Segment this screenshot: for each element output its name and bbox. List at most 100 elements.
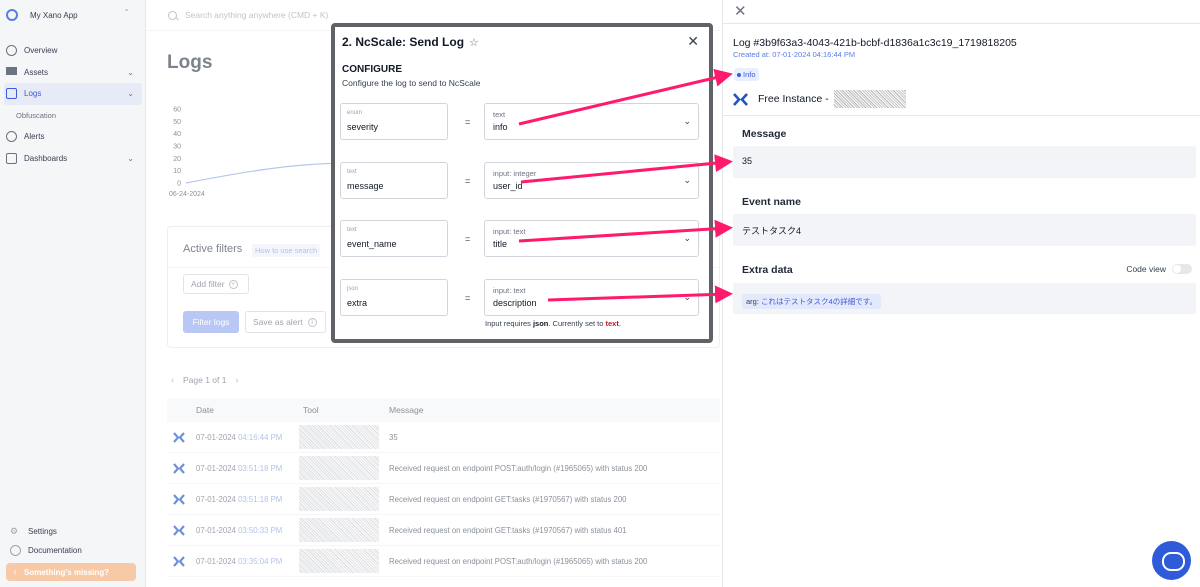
level-badge: Info [734, 68, 759, 81]
extra-data-label: Extra data [742, 264, 793, 276]
param-type: text [347, 227, 357, 233]
toggle-switch[interactable] [1172, 264, 1192, 274]
value-source-type: input: integer [493, 168, 537, 178]
sidebar-item-alerts[interactable]: Alerts [0, 126, 146, 148]
xano-logo-icon [6, 9, 18, 21]
instance-label: Free Instance - [758, 93, 829, 105]
value-source: description [493, 297, 537, 308]
chat-icon[interactable] [1152, 541, 1191, 580]
sidebar-item-label: Settings [28, 527, 57, 536]
value-source-type: input: text [493, 285, 526, 295]
sidebar-bottom: ⚙ Settings Documentation [0, 522, 146, 560]
param-name-field[interactable]: enum severity [340, 103, 448, 140]
sidebar-item-label: Overview [24, 46, 58, 56]
param-name-field[interactable]: text message [340, 161, 448, 199]
created-at: Created at: 07-01-2024 04:16:44 PM [733, 50, 856, 59]
param-type: text [347, 168, 357, 175]
param-name-field[interactable]: text event_name [340, 220, 448, 257]
chevron-down-icon: ⌄ [683, 233, 691, 243]
extra-data-box: arg: これはテストタスク4の詳細です。 [733, 283, 1196, 314]
requires-end: . [618, 319, 621, 328]
app-root: My Xano App ⌃ Overview Assets ⌄ Logs ⌄ O… [0, 0, 1200, 587]
chevron-down-icon: ⌄ [127, 89, 134, 99]
close-icon[interactable]: ✕ [687, 33, 699, 50]
sidebar-item-label: Logs [24, 89, 42, 99]
sidebar: My Xano App ⌃ Overview Assets ⌄ Logs ⌄ O… [0, 0, 146, 587]
xano-x-icon [733, 92, 748, 106]
help-icon [10, 545, 21, 556]
feedback-button[interactable]: ♀ Something's missing? [6, 563, 136, 581]
code-view-label: Code view [1126, 264, 1166, 274]
sidebar-item-label: Documentation [28, 546, 82, 555]
star-icon[interactable]: ☆ [469, 36, 479, 49]
feedback-label: Something's missing? [24, 567, 110, 577]
requires-prefix: Input requires [485, 319, 531, 328]
param-name-field[interactable]: json extra [340, 278, 448, 316]
param-name: extra [347, 297, 368, 308]
sidebar-nav: Overview Assets ⌄ Logs ⌄ Obfuscation Ale… [0, 40, 146, 169]
chevron-down-icon: ⌄ [127, 153, 134, 163]
extra-key: arg: [746, 297, 759, 306]
param-row: text message = input: integer user_id ⌄ [340, 161, 705, 199]
sidebar-item-obfuscation[interactable]: Obfuscation [0, 105, 146, 127]
param-value-select[interactable]: text info ⌄ [484, 103, 699, 140]
message-label: Message [742, 128, 787, 140]
configure-description: Configure the log to send to NcScale [342, 78, 481, 88]
required-type: json [532, 319, 549, 328]
chevron-down-icon: ⌄ [127, 67, 134, 77]
sidebar-item-logs[interactable]: Logs ⌄ [4, 83, 142, 105]
code-view-toggle[interactable]: Code view [1126, 264, 1192, 274]
instance-row: Free Instance - [733, 90, 906, 108]
chevron-down-icon: ⌄ [683, 116, 691, 126]
level-label: Info [743, 70, 756, 79]
event-name-value: テストタスク4 [733, 214, 1196, 246]
log-id: Log #3b9f63a3-4043-421b-bcbf-d1836a1c3c1… [733, 37, 1017, 49]
sidebar-item-dashboards[interactable]: Dashboards ⌄ [0, 148, 146, 170]
dashboard-icon [6, 152, 17, 164]
sidebar-item-label: Dashboards [24, 153, 68, 163]
modal-title: 2. NcScale: Send Log ☆ [342, 35, 479, 49]
gear-icon: ⚙ [10, 526, 19, 536]
logs-icon [6, 88, 17, 100]
param-value-select[interactable]: input: text title ⌄ [484, 220, 699, 257]
ncscale-send-log-modal: 2. NcScale: Send Log ☆ ✕ CONFIGURE Confi… [331, 23, 713, 343]
redacted-instance-name [833, 90, 906, 108]
equals-sign: = [465, 175, 471, 186]
modal-title-text: 2. NcScale: Send Log [342, 35, 465, 49]
equals-sign: = [465, 117, 471, 127]
app-switcher[interactable]: My Xano App ⌃ [6, 6, 140, 24]
configure-heading: CONFIGURE [342, 64, 402, 75]
chevron-down-icon: ⌄ [683, 174, 691, 185]
grid-icon [6, 66, 17, 78]
divider [723, 23, 1200, 24]
requires-mid: . Currently set to [548, 319, 604, 328]
input-requirement-note: Input requires json. Currently set to te… [485, 319, 621, 328]
param-row: json extra = input: text description ⌄ [340, 278, 705, 316]
lightbulb-icon: ♀ [12, 567, 18, 577]
equals-sign: = [465, 234, 471, 244]
close-icon[interactable]: ✕ [734, 2, 747, 20]
current-type: text [605, 319, 619, 328]
param-value-select[interactable]: input: integer user_id ⌄ [484, 161, 699, 199]
value-source: title [493, 239, 508, 249]
sidebar-item-settings[interactable]: ⚙ Settings [0, 522, 146, 541]
sidebar-item-label: Assets [24, 67, 49, 77]
param-type: json [347, 285, 359, 292]
sidebar-item-assets[interactable]: Assets ⌄ [0, 62, 146, 84]
sidebar-item-documentation[interactable]: Documentation [0, 541, 146, 560]
sidebar-item-label: Obfuscation [16, 110, 57, 120]
sidebar-item-label: Alerts [24, 132, 45, 142]
sidebar-item-overview[interactable]: Overview [0, 40, 146, 62]
app-name: My Xano App [30, 10, 78, 20]
param-type: enum [347, 110, 363, 116]
message-value: 35 [733, 146, 1196, 178]
param-name: message [347, 180, 384, 191]
chevron-down-icon: ⌄ [683, 291, 691, 302]
extra-value: これはテストタスク4の詳細です。 [761, 297, 877, 306]
param-value-select[interactable]: input: text description ⌄ [484, 278, 699, 316]
value-source: user_id [493, 180, 523, 191]
overview-icon [6, 45, 17, 57]
log-detail-panel: ✕ Log #3b9f63a3-4043-421b-bcbf-d1836a1c3… [722, 0, 1200, 587]
param-row: enum severity = text info ⌄ [340, 103, 705, 140]
param-row: text event_name = input: text title ⌄ [340, 220, 705, 257]
